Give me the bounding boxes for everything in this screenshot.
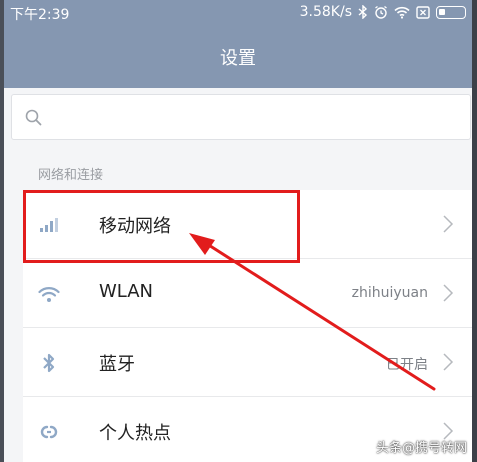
watermark: 头条@携号转网 [375,441,467,456]
annotation-arrow [189,233,436,391]
